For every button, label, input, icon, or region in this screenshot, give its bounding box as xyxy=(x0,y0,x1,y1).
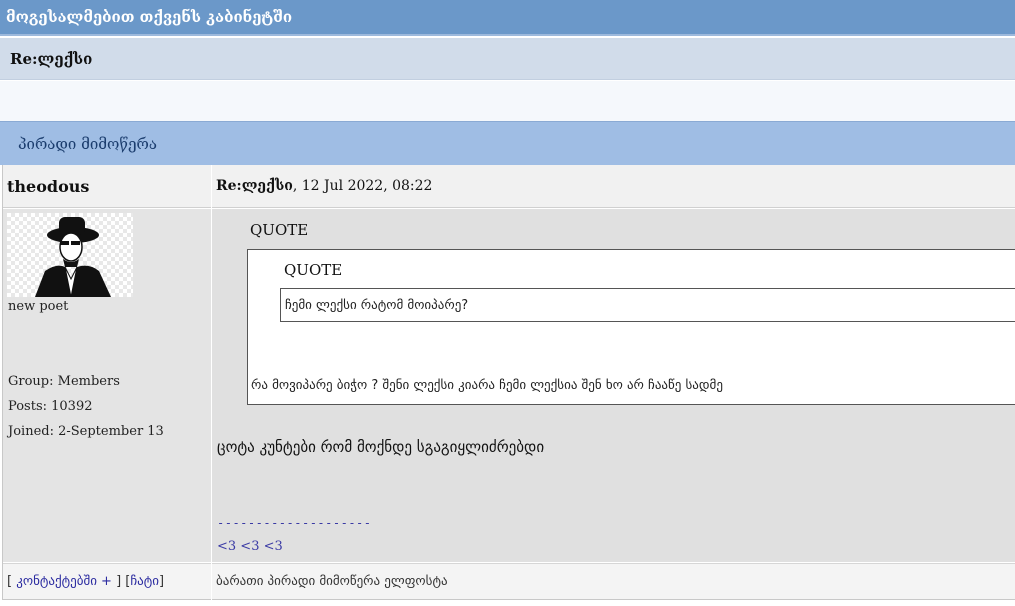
post-date: , 12 Jul 2022, 08:22 xyxy=(292,178,433,194)
column-divider xyxy=(211,165,212,600)
footer-actions[interactable]: ბარათი პირადი მიმოწერა ელფოსტა xyxy=(216,564,448,600)
outer-quote-label: QUOTE xyxy=(250,221,309,239)
author-info-column: new poet Group: Members Posts: 10392 Joi… xyxy=(3,209,211,562)
post-content-column: QUOTE QUOTE ჩემი ლექსი რატომ მოიპარე? რა… xyxy=(212,209,1015,562)
man-with-hat-avatar-icon xyxy=(7,213,133,297)
bracket-open: [ xyxy=(7,574,17,589)
bracket-close: ] xyxy=(159,574,165,589)
signature-separator: -------------------- xyxy=(217,516,372,530)
post-body-text: ცოტა კუნტები რომ მოქნდე სგაგიყლიძრებდი xyxy=(217,438,545,456)
post-table: theodous Re:ლექსი, 12 Jul 2022, 08:22 ne… xyxy=(2,165,1015,600)
post-footer-row: [ კონტაქტებში + ] [ჩატი] ბარათი პირადი მ… xyxy=(3,563,1015,600)
bracket-middle: ] [ xyxy=(111,574,131,589)
inner-quote-label: QUOTE xyxy=(284,261,343,279)
post-header-row: theodous Re:ლექსი, 12 Jul 2022, 08:22 xyxy=(3,165,1015,208)
user-group: Group: Members xyxy=(8,374,120,389)
post-title: Re:ლექსი, 12 Jul 2022, 08:22 xyxy=(216,165,432,208)
avatar-graphic xyxy=(35,217,111,297)
inner-quote-text: ჩემი ლექსი რატომ მოიპარე? xyxy=(280,288,1015,322)
add-to-contacts-link[interactable]: კონტაქტებში + xyxy=(16,574,112,589)
user-post-count: Posts: 10392 xyxy=(8,399,93,414)
section-title-private-messages: პირადი მიმოწერა xyxy=(0,121,1015,165)
user-joined: Joined: 2-September 13 xyxy=(8,424,164,439)
outer-quote-text: რა მოვიპარე ბიჭო ? შენი ლექსი კიარა ჩემი… xyxy=(251,378,723,393)
welcome-bar: მოგესალმებით თქვენს კაბინეტში xyxy=(0,0,1015,36)
chat-link[interactable]: ჩატი xyxy=(130,574,159,589)
outer-quote-box: QUOTE ჩემი ლექსი რატომ მოიპარე? რა მოვიპ… xyxy=(247,249,1015,405)
spacer xyxy=(0,81,1015,121)
footer-links: [ კონტაქტებში + ] [ჩატი] xyxy=(7,564,164,600)
user-title: new poet xyxy=(8,299,69,314)
author-name[interactable]: theodous xyxy=(7,165,89,208)
thread-title: Re:ლექსი xyxy=(0,38,1015,80)
post-body-row: new poet Group: Members Posts: 10392 Joi… xyxy=(3,209,1015,562)
signature-text: <3 <3 <3 xyxy=(217,539,283,554)
post-title-text: Re:ლექსი xyxy=(216,178,293,194)
